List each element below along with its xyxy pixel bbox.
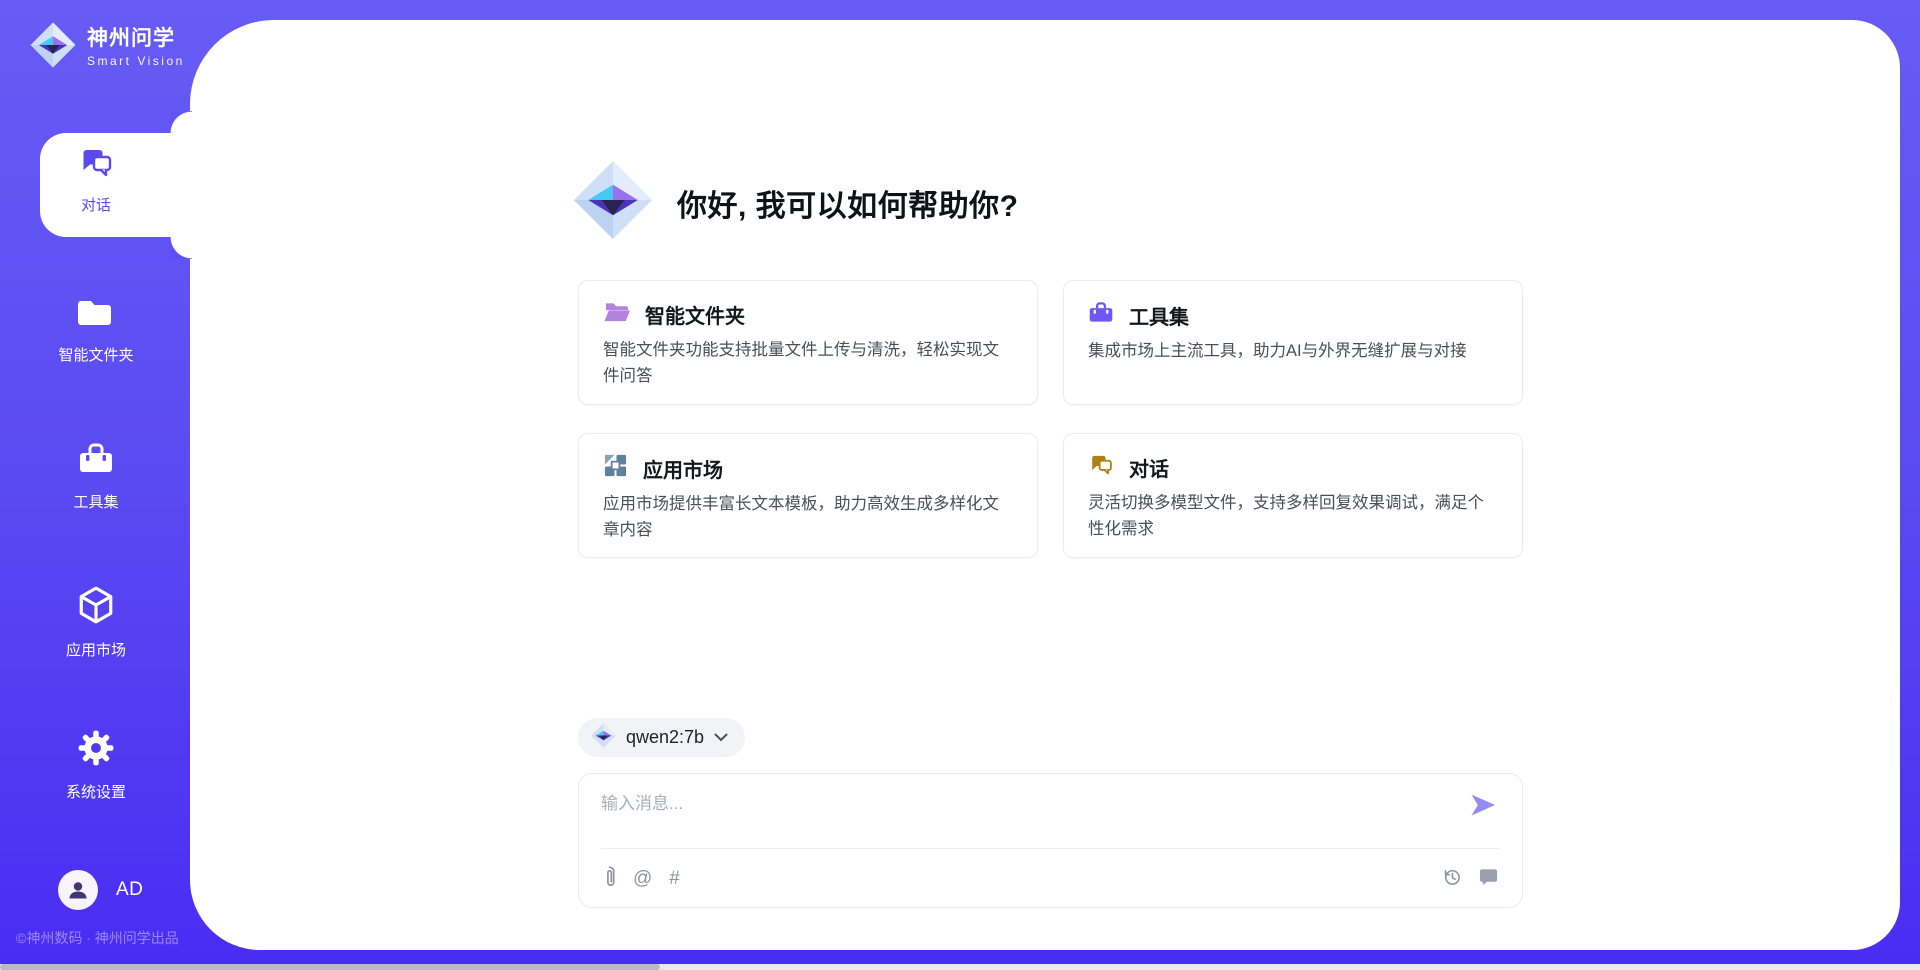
attachment-button[interactable] [603, 866, 616, 891]
brand-diamond-icon-small [591, 723, 616, 753]
sidebar-item-label: 系统设置 [66, 781, 126, 802]
card-app-market[interactable]: 应用市场 应用市场提供丰富长文本模板，助力高效生成多样化文章内容 [578, 433, 1038, 558]
sidebar-item-toolset[interactable]: 工具集 [0, 441, 192, 512]
cube-icon [77, 585, 115, 630]
card-chat[interactable]: 对话 灵活切换多模型文件，支持多样回复效果调试，满足个性化需求 [1063, 433, 1523, 558]
brand-logo-block: 神州问学 Smart Vision [30, 22, 185, 73]
sidebar-item-app-market[interactable]: 应用市场 [0, 585, 192, 660]
sidebar-item-settings[interactable]: 系统设置 [0, 729, 192, 802]
brand-subtitle: Smart Vision [87, 54, 185, 68]
chat-icon [1088, 453, 1114, 482]
toolbox-icon [1088, 300, 1114, 330]
gear-icon [77, 729, 115, 772]
sidebar-item-label: 对话 [81, 194, 111, 215]
history-button[interactable] [1442, 867, 1462, 890]
hashtag-button[interactable]: # [669, 869, 680, 888]
composer-toolbar: @ # [579, 849, 1522, 907]
card-description: 智能文件夹功能支持批量文件上传与清洗，轻松实现文件问答 [603, 338, 1013, 389]
card-smart-folder[interactable]: 智能文件夹 智能文件夹功能支持批量文件上传与清洗，轻松实现文件问答 [578, 280, 1038, 405]
chat-bubble-icon [1479, 868, 1498, 889]
paperclip-icon [603, 866, 616, 891]
app-root: 神州问学 Smart Vision 对话 智能文件夹 [0, 0, 1920, 970]
message-composer: @ # [578, 773, 1523, 908]
sidebar: 神州问学 Smart Vision 对话 智能文件夹 [0, 0, 192, 970]
sidebar-item-smart-folder[interactable]: 智能文件夹 [0, 296, 192, 365]
sidebar-item-label: 应用市场 [66, 639, 126, 660]
chat-icon [78, 146, 114, 185]
card-title: 对话 [1129, 453, 1169, 482]
sidebar-item-label: 工具集 [73, 491, 118, 512]
folder-icon [77, 296, 115, 335]
model-selector[interactable]: qwen2:7b [578, 718, 745, 757]
conversation-button[interactable] [1479, 868, 1498, 889]
copyright-text: ©神州数码 · 神州问学出品 [16, 928, 196, 948]
apps-grid-icon [603, 453, 628, 483]
brand-diamond-icon [30, 22, 76, 73]
chevron-down-icon [714, 729, 728, 747]
greeting-title: 你好, 我可以如何帮助你? [677, 181, 1019, 225]
user-row[interactable]: AD [58, 870, 143, 910]
greeting-block: 你好, 我可以如何帮助你? [573, 160, 1019, 245]
mention-button[interactable]: @ [633, 869, 652, 888]
card-description: 集成市场上主流工具，助力AI与外界无缝扩展与对接 [1088, 339, 1498, 365]
card-title: 应用市场 [643, 454, 723, 483]
card-title: 智能文件夹 [645, 300, 745, 329]
send-button[interactable] [1470, 794, 1496, 818]
brand-diamond-icon-large [573, 160, 653, 245]
horizontal-scrollbar-track[interactable] [0, 964, 1920, 970]
model-name: qwen2:7b [626, 727, 704, 748]
folder-open-icon [603, 300, 630, 329]
toolbox-icon [77, 441, 115, 482]
avatar [58, 870, 98, 910]
history-icon [1442, 867, 1462, 890]
message-input[interactable] [601, 788, 1441, 820]
card-title: 工具集 [1129, 301, 1189, 330]
brand-name: 神州问学 [87, 27, 185, 51]
horizontal-scrollbar-thumb[interactable] [0, 964, 660, 970]
card-toolset[interactable]: 工具集 集成市场上主流工具，助力AI与外界无缝扩展与对接 [1063, 280, 1523, 405]
sidebar-item-label: 智能文件夹 [58, 344, 133, 365]
sidebar-item-chat[interactable]: 对话 [0, 146, 192, 215]
user-name: AD [116, 879, 143, 901]
card-description: 应用市场提供丰富长文本模板，助力高效生成多样化文章内容 [603, 492, 1013, 543]
card-description: 灵活切换多模型文件，支持多样回复效果调试，满足个性化需求 [1088, 491, 1498, 542]
